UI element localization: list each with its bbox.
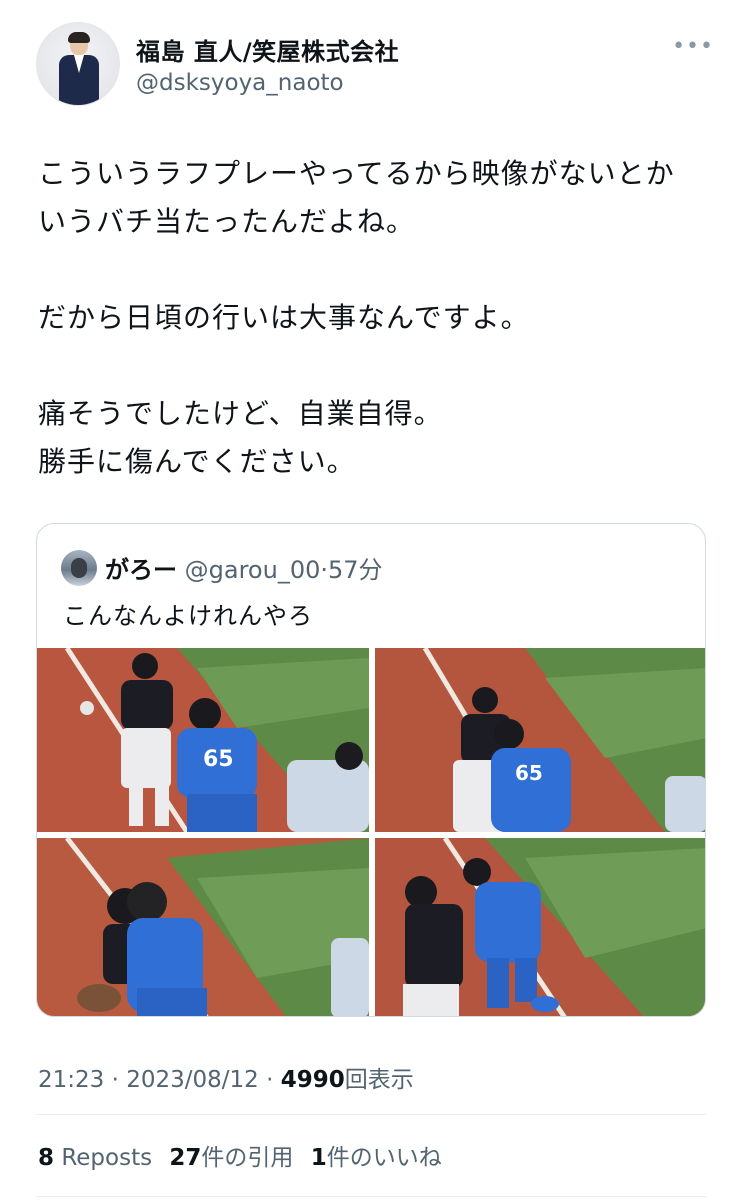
more-options-icon[interactable]: ••• bbox=[672, 34, 714, 59]
baseball-photo-4[interactable] bbox=[375, 838, 705, 1016]
views-label: 回表示 bbox=[344, 1067, 414, 1093]
quotes-label: 件の引用 bbox=[201, 1145, 294, 1171]
author-handle[interactable]: @dsksyoya_naoto bbox=[136, 70, 344, 96]
quotes-count: 27 bbox=[169, 1145, 202, 1171]
tweet-text: こういうラフプレーやってるから映像がないとか いうバチ当たったんだよね。 だから… bbox=[38, 150, 718, 486]
meta-separator: · bbox=[111, 1067, 119, 1093]
tweet-header: 福島 直人/笑屋株式会社 @dsksyoya_naoto ••• bbox=[36, 22, 722, 108]
quoted-separator: · bbox=[320, 556, 328, 584]
views-count: 4990 bbox=[280, 1067, 345, 1093]
quoted-time: 57分 bbox=[328, 556, 383, 584]
tweet-line: 勝手に傷んでください。 bbox=[38, 445, 356, 478]
meta-separator: · bbox=[266, 1067, 274, 1093]
divider bbox=[36, 1114, 706, 1115]
tweet-time[interactable]: 21:23 bbox=[38, 1067, 104, 1093]
tweet-line: いうバチ当たったんだよね。 bbox=[38, 205, 416, 238]
author-avatar[interactable] bbox=[36, 22, 120, 106]
divider bbox=[36, 1196, 706, 1197]
reposts-count: 8 bbox=[38, 1145, 55, 1171]
likes-link[interactable]: 1件のいいね bbox=[311, 1145, 442, 1171]
reposts-link[interactable]: 8 Reposts bbox=[38, 1145, 152, 1171]
tweet-line: こういうラフプレーやってるから映像がないとか bbox=[38, 157, 675, 190]
tweet-timestamp-and-views: 21:23 · 2023/08/12 · 4990回表示 bbox=[38, 1060, 414, 1094]
quoted-tweet-text: こんなんよけれんやろ bbox=[63, 602, 313, 630]
quotes-link[interactable]: 27件の引用 bbox=[169, 1145, 293, 1171]
author-name[interactable]: 福島 直人/笑屋株式会社 bbox=[136, 32, 399, 67]
svg-text:65: 65 bbox=[203, 747, 234, 772]
reposts-label: Reposts bbox=[61, 1145, 153, 1171]
baseball-photo-3[interactable] bbox=[37, 838, 369, 1016]
likes-label: 件のいいね bbox=[326, 1145, 442, 1171]
quoted-tweet-meta: がろー @garou_00·57分 bbox=[105, 550, 383, 585]
tweet-line: だから日頃の行いは大事なんですよ。 bbox=[38, 301, 530, 334]
tweet-line: 痛そうでしたけど、自業自得。 bbox=[38, 397, 443, 430]
tweet-date[interactable]: 2023/08/12 bbox=[126, 1067, 259, 1093]
engagement-stats: 8 Reposts 27件の引用 1件のいいね bbox=[38, 1138, 452, 1172]
quoted-author-name: がろー bbox=[105, 556, 177, 584]
quoted-author-handle: @garou_00 bbox=[184, 556, 321, 584]
photo-grid: 65 65 bbox=[37, 648, 705, 1016]
quoted-author-avatar bbox=[61, 550, 97, 586]
quoted-tweet-card[interactable]: がろー @garou_00·57分 こんなんよけれんやろ 65 65 bbox=[36, 523, 706, 1017]
baseball-photo-2[interactable]: 65 bbox=[375, 648, 705, 832]
svg-text:65: 65 bbox=[515, 761, 543, 785]
likes-count: 1 bbox=[310, 1145, 327, 1171]
baseball-photo-1[interactable]: 65 bbox=[37, 648, 369, 832]
